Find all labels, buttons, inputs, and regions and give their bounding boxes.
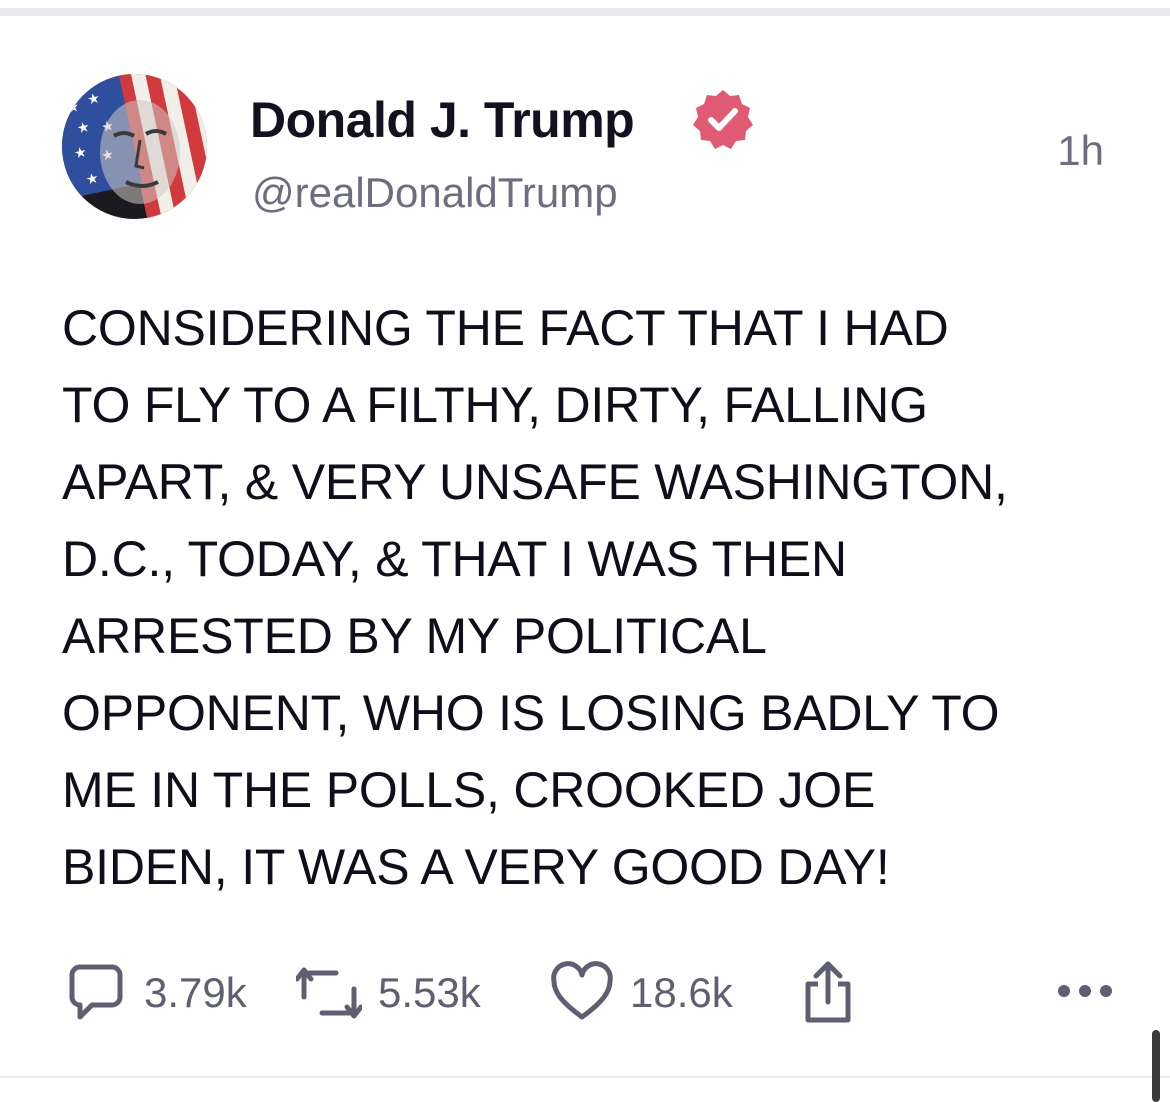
author-handle[interactable]: @realDonaldTrump: [252, 166, 618, 220]
reply-button[interactable]: 3.79k: [64, 958, 247, 1028]
repost-button[interactable]: 5.53k: [296, 958, 481, 1028]
share-button[interactable]: [800, 958, 856, 1028]
reply-icon: [64, 961, 128, 1025]
author-display-name[interactable]: Donald J. Trump: [250, 88, 635, 152]
heart-icon: [550, 961, 614, 1025]
repost-icon: [296, 961, 362, 1025]
flag-portrait-avatar-icon: ★ ★ ★ ★ ★ ★ ★: [62, 74, 207, 219]
post-action-bar: 3.79k 5.53k 18.6k: [64, 958, 1114, 1028]
scrollbar[interactable]: [1152, 1030, 1160, 1102]
post-body-text: CONSIDERING THE FACT THAT I HAD TO FLY T…: [62, 300, 1008, 895]
post-timestamp[interactable]: 1h: [1057, 124, 1104, 178]
share-icon: [800, 960, 856, 1026]
more-options-button[interactable]: [1056, 958, 1114, 1028]
like-button[interactable]: 18.6k: [550, 958, 733, 1028]
bottom-divider: [0, 1076, 1170, 1078]
verified-badge-icon: [693, 90, 753, 149]
repost-count: 5.53k: [378, 969, 481, 1016]
reply-count: 3.79k: [144, 969, 247, 1016]
top-divider: [0, 8, 1170, 16]
like-count: 18.6k: [630, 969, 733, 1016]
avatar[interactable]: ★ ★ ★ ★ ★ ★ ★: [62, 74, 207, 219]
more-icon: [1056, 983, 1114, 1004]
